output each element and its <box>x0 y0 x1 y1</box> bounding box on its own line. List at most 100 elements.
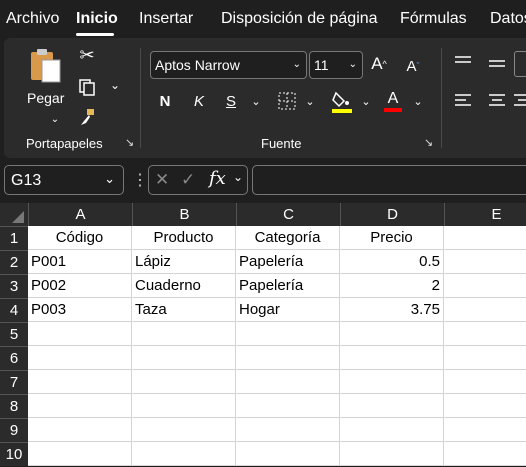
cell-c6[interactable] <box>236 346 340 370</box>
row-header[interactable]: 3 <box>0 274 28 298</box>
align-center-icon[interactable] <box>486 91 508 109</box>
more-options-icon[interactable]: ⋮ <box>132 170 148 190</box>
row-header[interactable]: 9 <box>0 418 28 442</box>
cell-b6[interactable] <box>132 346 236 370</box>
fill-color-icon[interactable] <box>330 88 354 114</box>
borders-icon[interactable] <box>276 90 298 112</box>
cell-d9[interactable] <box>340 418 444 442</box>
cancel-icon[interactable]: ✕ <box>155 170 169 190</box>
cell-b1[interactable]: Producto <box>132 226 236 250</box>
cell-d3[interactable]: 2 <box>340 274 444 298</box>
cell-a2[interactable]: P001 <box>28 250 132 274</box>
cell-e2[interactable] <box>444 250 526 274</box>
copy-dropdown-icon[interactable]: ⌄ <box>108 78 122 92</box>
name-box[interactable]: G13 ⌄ <box>4 165 124 195</box>
cell-a4[interactable]: P003 <box>28 298 132 322</box>
cell-a8[interactable] <box>28 394 132 418</box>
borders-dropdown-icon[interactable]: ⌄ <box>304 94 316 108</box>
cell-d2[interactable]: 0.5 <box>340 250 444 274</box>
cell-b2[interactable]: Lápiz <box>132 250 236 274</box>
fill-color-dropdown-icon[interactable]: ⌄ <box>360 94 372 108</box>
underline-dropdown-icon[interactable]: ⌄ <box>250 94 262 108</box>
font-color-dropdown-icon[interactable]: ⌄ <box>412 94 424 108</box>
cell-e10[interactable] <box>444 442 526 466</box>
cell-c5[interactable] <box>236 322 340 346</box>
row-header[interactable]: 2 <box>0 250 28 274</box>
italic-button[interactable]: K <box>190 91 208 111</box>
chevron-down-icon[interactable]: ⌄ <box>233 170 243 184</box>
cell-e1[interactable] <box>444 226 526 250</box>
cell-c4[interactable]: Hogar <box>236 298 340 322</box>
cell-a5[interactable] <box>28 322 132 346</box>
paste-icon[interactable] <box>26 46 66 86</box>
cell-d5[interactable] <box>340 322 444 346</box>
format-painter-icon[interactable] <box>76 106 98 128</box>
row-header[interactable]: 1 <box>0 226 28 250</box>
clipboard-launcher-icon[interactable]: ↘ <box>125 136 134 149</box>
formula-input[interactable] <box>252 165 526 195</box>
grow-font-button[interactable]: A ^ <box>368 53 390 75</box>
row-header[interactable]: 10 <box>0 442 28 466</box>
row-header[interactable]: 7 <box>0 370 28 394</box>
chevron-down-icon[interactable]: ⌄ <box>104 171 115 187</box>
cell-c1[interactable]: Categoría <box>236 226 340 250</box>
bold-button[interactable]: N <box>156 91 174 111</box>
cell-a1[interactable]: Código <box>28 226 132 250</box>
menu-insertar[interactable]: Insertar <box>139 10 193 28</box>
row-header[interactable]: 8 <box>0 394 28 418</box>
paste-dropdown-icon[interactable]: ⌄ <box>48 112 62 126</box>
column-header[interactable]: E <box>444 203 526 226</box>
column-header[interactable]: A <box>28 203 132 226</box>
font-launcher-icon[interactable]: ↘ <box>424 136 433 149</box>
cell-e9[interactable] <box>444 418 526 442</box>
cell-e6[interactable] <box>444 346 526 370</box>
cut-icon[interactable]: ✂ <box>76 44 98 66</box>
font-size-dropdown[interactable]: 11 ⌄ <box>309 51 363 79</box>
cell-d7[interactable] <box>340 370 444 394</box>
cell-b8[interactable] <box>132 394 236 418</box>
cell-b7[interactable] <box>132 370 236 394</box>
cell-d6[interactable] <box>340 346 444 370</box>
select-all-corner[interactable] <box>0 203 28 226</box>
underline-button[interactable]: S <box>222 91 240 111</box>
align-left-icon[interactable] <box>452 91 474 109</box>
cell-b4[interactable]: Taza <box>132 298 236 322</box>
cell-c10[interactable] <box>236 442 340 466</box>
cell-d1[interactable]: Precio <box>340 226 444 250</box>
cell-a10[interactable] <box>28 442 132 466</box>
cell-c7[interactable] <box>236 370 340 394</box>
row-header[interactable]: 4 <box>0 298 28 322</box>
paste-label[interactable]: Pegar <box>27 90 64 106</box>
cell-b3[interactable]: Cuaderno <box>132 274 236 298</box>
font-name-dropdown[interactable]: Aptos Narrow ⌄ <box>150 51 307 79</box>
cell-b9[interactable] <box>132 418 236 442</box>
cell-b5[interactable] <box>132 322 236 346</box>
align-middle-icon[interactable] <box>486 55 508 73</box>
copy-icon[interactable] <box>76 76 98 98</box>
shrink-font-button[interactable]: Aˇ <box>402 55 424 77</box>
cell-c9[interactable] <box>236 418 340 442</box>
cell-b10[interactable] <box>132 442 236 466</box>
cell-d10[interactable] <box>340 442 444 466</box>
menu-archivo[interactable]: Archivo <box>6 10 59 28</box>
menu-datos[interactable]: Datos <box>490 10 526 28</box>
cell-e3[interactable] <box>444 274 526 298</box>
cell-e5[interactable] <box>444 322 526 346</box>
font-color-button[interactable]: A <box>382 88 404 114</box>
menu-inicio[interactable]: Inicio <box>76 10 118 28</box>
column-header[interactable]: C <box>236 203 340 226</box>
cell-e7[interactable] <box>444 370 526 394</box>
row-header[interactable]: 5 <box>0 322 28 346</box>
fx-icon[interactable]: fx <box>209 168 226 189</box>
cell-a6[interactable] <box>28 346 132 370</box>
cell-a7[interactable] <box>28 370 132 394</box>
row-header[interactable]: 6 <box>0 346 28 370</box>
cell-e8[interactable] <box>444 394 526 418</box>
column-header[interactable]: D <box>340 203 444 226</box>
align-bottom-icon[interactable] <box>514 51 526 77</box>
cell-a3[interactable]: P002 <box>28 274 132 298</box>
align-right-icon[interactable] <box>514 91 526 109</box>
align-top-icon[interactable] <box>452 53 474 71</box>
column-header[interactable]: B <box>132 203 236 226</box>
cell-e4[interactable] <box>444 298 526 322</box>
